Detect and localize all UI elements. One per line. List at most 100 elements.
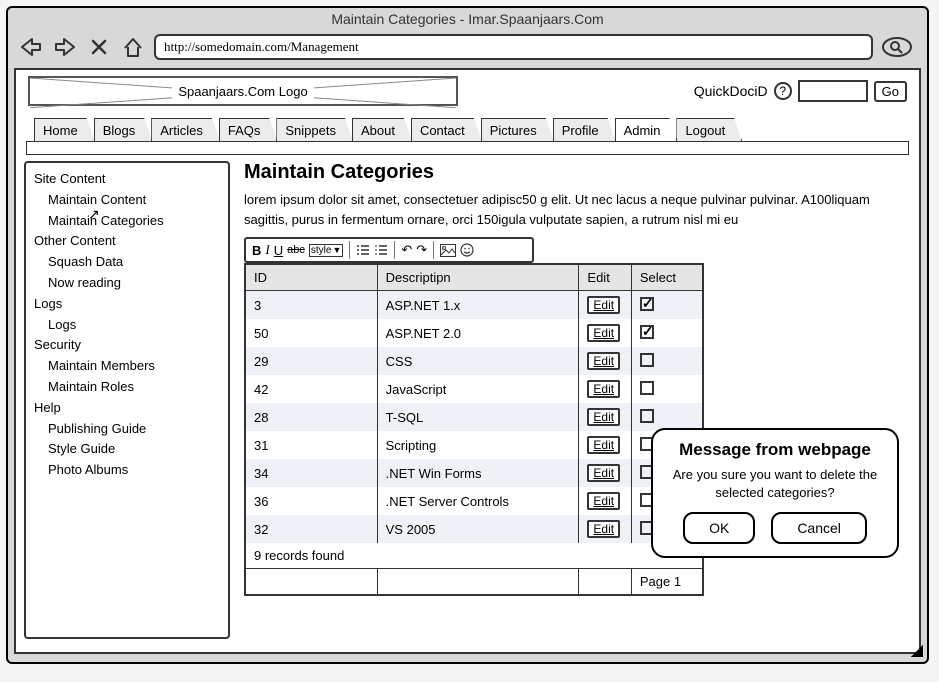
tab-articles[interactable]: Articles [151, 118, 220, 141]
edit-button[interactable]: Edit [587, 492, 620, 510]
select-checkbox[interactable] [640, 353, 654, 367]
edit-button[interactable]: Edit [587, 408, 620, 426]
cell-edit: Edit [579, 515, 631, 543]
sidebar-item-maintain-categories[interactable]: Maintain Categories [34, 211, 220, 232]
resize-handle-icon[interactable]: ◢ [911, 640, 923, 660]
sidebar-header-help: Help [34, 398, 220, 419]
tab-logout[interactable]: Logout [676, 118, 742, 141]
cell-id: 29 [246, 347, 377, 375]
bold-icon[interactable]: B [252, 243, 261, 258]
cell-desc: ASP.NET 2.0 [377, 319, 579, 347]
url-input[interactable] [154, 34, 873, 60]
sidebar-item-logs[interactable]: Logs [34, 315, 220, 336]
tab-home[interactable]: Home [34, 118, 95, 141]
table-row: 34.NET Win Forms Edit [246, 459, 702, 487]
cell-desc: Scripting [377, 431, 579, 459]
forward-icon[interactable] [52, 35, 78, 59]
emoji-icon[interactable] [460, 243, 474, 257]
cell-desc: .NET Win Forms [377, 459, 579, 487]
number-list-icon[interactable] [374, 243, 388, 257]
image-icon[interactable] [440, 244, 456, 257]
back-icon[interactable] [18, 35, 44, 59]
sidebar-item-squash-data[interactable]: Squash Data [34, 252, 220, 273]
cell-select [631, 319, 702, 347]
italic-icon[interactable]: I [265, 242, 269, 258]
search-icon[interactable] [881, 35, 917, 59]
sidebar-header-other-content: Other Content [34, 231, 220, 252]
tab-faqs[interactable]: FAQs [219, 118, 278, 141]
tab-snippets[interactable]: Snippets [276, 118, 353, 141]
go-button[interactable]: Go [874, 81, 907, 102]
edit-button[interactable]: Edit [587, 352, 620, 370]
cell-desc: CSS [377, 347, 579, 375]
column-header: Descriptipn [377, 265, 579, 291]
select-checkbox[interactable] [640, 409, 654, 423]
tab-profile[interactable]: Profile [553, 118, 616, 141]
cell-id: 3 [246, 291, 377, 320]
records-found: 9 records found [246, 543, 702, 569]
page-description: lorem ipsum dolor sit amet, consectetuer… [244, 190, 907, 229]
tab-about[interactable]: About [352, 118, 412, 141]
cell-edit: Edit [579, 319, 631, 347]
cell-id: 31 [246, 431, 377, 459]
stop-icon[interactable] [86, 35, 112, 59]
table-row: 36.NET Server ControlsEdit [246, 487, 702, 515]
edit-button[interactable]: Edit [587, 380, 620, 398]
table-row: 28T-SQL Edit [246, 403, 702, 431]
sidebar-header-security: Security [34, 335, 220, 356]
help-icon[interactable]: ? [774, 82, 792, 100]
sidebar-item-now-reading[interactable]: Now reading [34, 273, 220, 294]
quick-doc-group: QuickDociD ? Go [694, 80, 907, 102]
cell-edit: Edit [579, 291, 631, 320]
tabs-underline [26, 141, 909, 155]
home-icon[interactable] [120, 35, 146, 59]
undo-icon[interactable]: ↶ [401, 242, 412, 258]
cell-id: 28 [246, 403, 377, 431]
ok-button[interactable]: OK [683, 512, 755, 544]
column-header: ID [246, 265, 377, 291]
sidebar: Site ContentMaintain ContentMaintain Cat… [24, 161, 230, 639]
underline-icon[interactable]: U [274, 243, 283, 258]
select-checkbox[interactable] [640, 381, 654, 395]
strike-icon[interactable]: abc [287, 244, 305, 256]
cell-id: 50 [246, 319, 377, 347]
edit-button[interactable]: Edit [587, 464, 620, 482]
cancel-button[interactable]: Cancel [771, 512, 867, 544]
quickdoc-input[interactable] [798, 80, 868, 102]
dialog-title: Message from webpage [665, 440, 885, 460]
cell-desc: T-SQL [377, 403, 579, 431]
column-header: Select [631, 265, 702, 291]
quickdoc-label: QuickDociD [694, 83, 768, 99]
sidebar-item-publishing-guide[interactable]: Publishing Guide [34, 419, 220, 440]
sidebar-item-maintain-content[interactable]: Maintain Content [34, 190, 220, 211]
tab-pictures[interactable]: Pictures [481, 118, 554, 141]
cell-desc: .NET Server Controls [377, 487, 579, 515]
cell-desc: JavaScript [377, 375, 579, 403]
cell-id: 34 [246, 459, 377, 487]
column-header: Edit [579, 265, 631, 291]
sidebar-item-style-guide[interactable]: Style Guide [34, 439, 220, 460]
cell-id: 42 [246, 375, 377, 403]
bullet-list-icon[interactable] [356, 243, 370, 257]
edit-button[interactable]: Edit [587, 324, 620, 342]
page-header: Spaanjaars.Com Logo QuickDociD ? Go [24, 76, 911, 110]
sidebar-item-maintain-members[interactable]: Maintain Members [34, 356, 220, 377]
cell-edit: Edit [579, 459, 631, 487]
tab-blogs[interactable]: Blogs [94, 118, 153, 141]
tab-contact[interactable]: Contact [411, 118, 482, 141]
edit-button[interactable]: Edit [587, 296, 620, 314]
cell-select [631, 347, 702, 375]
sidebar-item-photo-albums[interactable]: Photo Albums [34, 460, 220, 481]
sidebar-header-site-content: Site Content [34, 169, 220, 190]
redo-icon[interactable]: ↷ [416, 242, 427, 258]
edit-button[interactable]: Edit [587, 436, 620, 454]
sidebar-item-maintain-roles[interactable]: Maintain Roles [34, 377, 220, 398]
edit-button[interactable]: Edit [587, 520, 620, 538]
select-checkbox[interactable] [640, 325, 654, 339]
tab-admin[interactable]: Admin [615, 118, 678, 141]
logo-text: Spaanjaars.Com Logo [172, 84, 313, 99]
style-dropdown[interactable]: style▼ [309, 244, 343, 257]
cell-desc: VS 2005 [377, 515, 579, 543]
select-checkbox[interactable] [640, 297, 654, 311]
table-row: 42JavaScript Edit [246, 375, 702, 403]
